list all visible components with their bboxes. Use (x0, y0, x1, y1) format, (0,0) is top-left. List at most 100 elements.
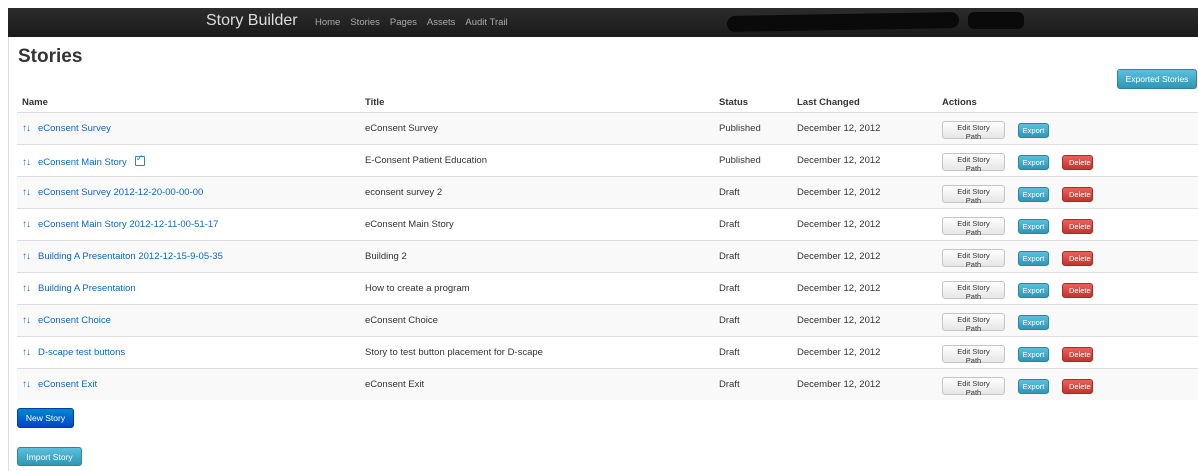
new-story-button[interactable]: New Story (17, 408, 74, 428)
changed-cell: December 12, 2012 (792, 176, 937, 209)
story-title: E-Consent Patient Education (365, 155, 487, 166)
actions-cell: Edit Story Path Export Delete (937, 208, 1198, 241)
up-down-arrows-icon[interactable]: ↑↓ (22, 283, 31, 294)
export-button[interactable]: Export (1018, 122, 1049, 138)
import-story-button[interactable]: Import Story (17, 447, 82, 466)
changed-cell: December 12, 2012 (792, 304, 937, 337)
name-cell: ↑↓ eConsent Main Story 2012-12-11-00-51-1… (17, 208, 360, 241)
status-cell: Draft (714, 208, 792, 241)
export-button[interactable]: Export (1018, 282, 1049, 298)
delete-button[interactable]: Delete (1062, 154, 1093, 170)
actions-cell: Edit Story Path Export Delete (937, 336, 1198, 369)
changed-cell: December 12, 2012 (792, 144, 937, 177)
title-cell: E-Consent Patient Education (360, 144, 714, 177)
delete-button[interactable]: Delete (1062, 378, 1093, 394)
table-row: ↑↓ eConsent Choice eConsent Choice Draft Dec… (17, 304, 1198, 337)
up-down-arrows-icon[interactable]: ↑↓ (22, 315, 31, 326)
story-name-link[interactable]: D-scape test buttons (38, 347, 125, 358)
name-cell: ↑↓ D-scape test buttons (17, 336, 360, 369)
story-name-link[interactable]: eConsent Exit (38, 379, 97, 390)
delete-button[interactable]: Delete (1062, 282, 1093, 298)
last-changed: December 12, 2012 (797, 283, 881, 294)
export-button[interactable]: Export (1018, 154, 1049, 170)
edit-story-path-button[interactable]: Edit Story Path (942, 217, 1005, 237)
story-status: Draft (719, 315, 740, 326)
story-name-link[interactable]: eConsent Survey 2012-12-20-00-00-00 (38, 187, 203, 198)
nav-stories[interactable]: Stories (350, 17, 380, 28)
header-title: Title (365, 96, 385, 108)
story-name-link[interactable]: Building A Presentation (38, 283, 136, 294)
story-status: Draft (719, 219, 740, 230)
status-cell: Published (714, 144, 792, 177)
name-cell: ↑↓ eConsent Main Story (17, 144, 360, 177)
story-title: eConsent Survey (365, 123, 438, 134)
up-down-arrows-icon[interactable]: ↑↓ (22, 123, 31, 134)
story-status: Published (719, 155, 761, 166)
edit-story-path-button[interactable]: Edit Story Path (942, 249, 1005, 269)
status-cell: Draft (714, 368, 792, 400)
export-button[interactable]: Export (1018, 218, 1049, 234)
table-row: ↑↓ Building A Presentation How to create a… (17, 272, 1198, 305)
last-changed: December 12, 2012 (797, 123, 881, 134)
changed-cell: December 12, 2012 (792, 208, 937, 241)
story-title: econsent survey 2 (365, 187, 443, 198)
up-down-arrows-icon[interactable]: ↑↓ (22, 379, 31, 390)
edit-story-path-button[interactable]: Edit Story Path (942, 313, 1005, 333)
up-down-arrows-icon[interactable]: ↑↓ (22, 251, 31, 262)
brand-logo[interactable]: Story Builder (206, 12, 298, 30)
story-name-link[interactable]: eConsent Survey (38, 123, 111, 134)
status-cell: Draft (714, 336, 792, 369)
exported-stories-button[interactable]: Exported Stories (1117, 69, 1197, 89)
edit-story-path-button[interactable]: Edit Story Path (942, 345, 1005, 365)
delete-button[interactable]: Delete (1062, 186, 1093, 202)
export-button[interactable]: Export (1018, 314, 1049, 330)
export-button[interactable]: Export (1018, 346, 1049, 362)
story-status: Published (719, 123, 761, 134)
nav-audit-trail[interactable]: Audit Trail (465, 17, 507, 28)
table-row: ↑↓ eConsent Main Story 2012-12-11-00-51-1… (17, 208, 1198, 241)
changed-cell: December 12, 2012 (792, 336, 937, 369)
delete-button[interactable]: Delete (1062, 250, 1093, 266)
story-name-link[interactable]: Building A Presentaiton 2012-12-15-9-05-… (38, 251, 223, 262)
title-cell: eConsent Choice (360, 304, 714, 337)
delete-button[interactable]: Delete (1062, 218, 1093, 234)
up-down-arrows-icon[interactable]: ↑↓ (22, 347, 31, 358)
up-down-arrows-icon[interactable]: ↑↓ (22, 219, 31, 230)
story-name-link[interactable]: eConsent Main Story 2012-12-11-00-51-17 (38, 219, 218, 230)
nav-pages[interactable]: Pages (390, 17, 417, 28)
title-cell: Story to test button placement for D-sca… (360, 336, 714, 369)
status-cell: Draft (714, 240, 792, 273)
edit-story-path-button[interactable]: Edit Story Path (942, 185, 1005, 205)
edit-story-path-button[interactable]: Edit Story Path (942, 281, 1005, 301)
story-name-link[interactable]: eConsent Choice (38, 315, 111, 326)
nav-home[interactable]: Home (315, 17, 340, 28)
last-changed: December 12, 2012 (797, 187, 881, 198)
edit-story-path-button[interactable]: Edit Story Path (942, 377, 1005, 397)
title-cell: Building 2 (360, 240, 714, 273)
edit-story-path-button[interactable]: Edit Story Path (942, 153, 1005, 173)
last-changed: December 12, 2012 (797, 219, 881, 230)
edit-story-path-button[interactable]: Edit Story Path (942, 121, 1005, 141)
nav-assets[interactable]: Assets (427, 17, 456, 28)
table-row: ↑↓ eConsent Exit eConsent Exit Draft Decembe… (17, 368, 1198, 400)
title-cell: econsent survey 2 (360, 176, 714, 209)
status-cell: Draft (714, 272, 792, 305)
last-changed: December 12, 2012 (797, 379, 881, 390)
status-cell: Draft (714, 176, 792, 209)
changed-cell: December 12, 2012 (792, 368, 937, 400)
export-button[interactable]: Export (1018, 378, 1049, 394)
delete-button[interactable]: Delete (1062, 346, 1093, 362)
up-down-arrows-icon[interactable]: ↑↓ (22, 187, 31, 198)
story-name-link[interactable]: eConsent Main Story (38, 157, 127, 168)
export-button[interactable]: Export (1018, 186, 1049, 202)
story-status: Draft (719, 251, 740, 262)
last-changed: December 12, 2012 (797, 315, 881, 326)
up-down-arrows-icon[interactable]: ↑↓ (22, 157, 31, 168)
name-cell: ↑↓ eConsent Survey (17, 112, 360, 145)
changed-cell: December 12, 2012 (792, 240, 937, 273)
status-cell: Draft (714, 304, 792, 337)
export-button[interactable]: Export (1018, 250, 1049, 266)
actions-cell: Edit Story Path Export Delete (937, 272, 1198, 305)
story-status: Draft (719, 379, 740, 390)
top-navbar: Story Builder Home Stories Pages Assets … (8, 8, 1198, 37)
